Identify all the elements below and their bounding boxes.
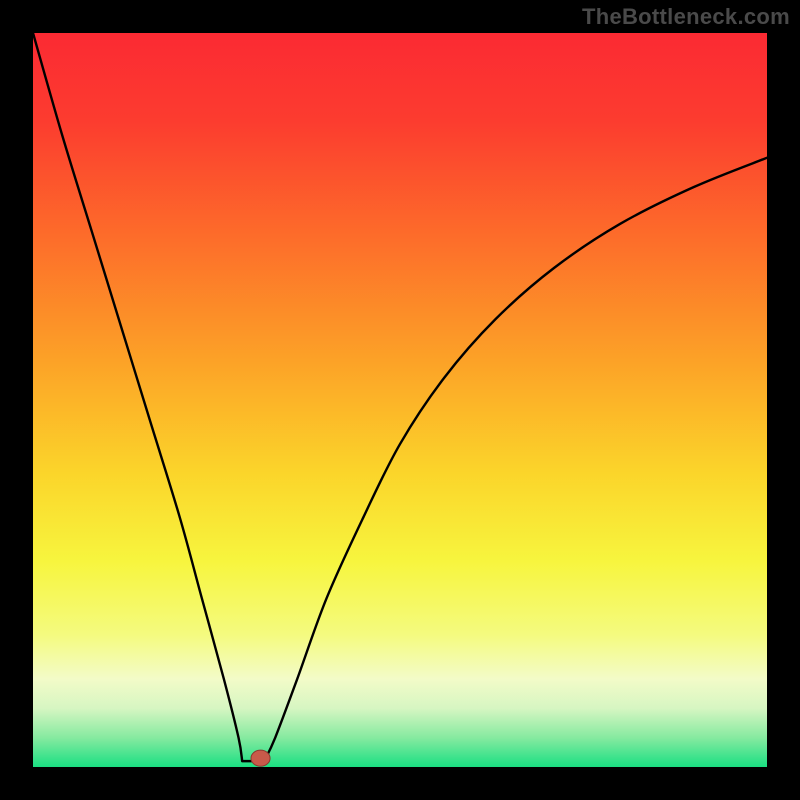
chart-canvas: TheBottleneck.com	[0, 0, 800, 800]
optimum-marker	[251, 750, 270, 766]
watermark-text: TheBottleneck.com	[582, 4, 790, 30]
chart-svg	[0, 0, 800, 800]
